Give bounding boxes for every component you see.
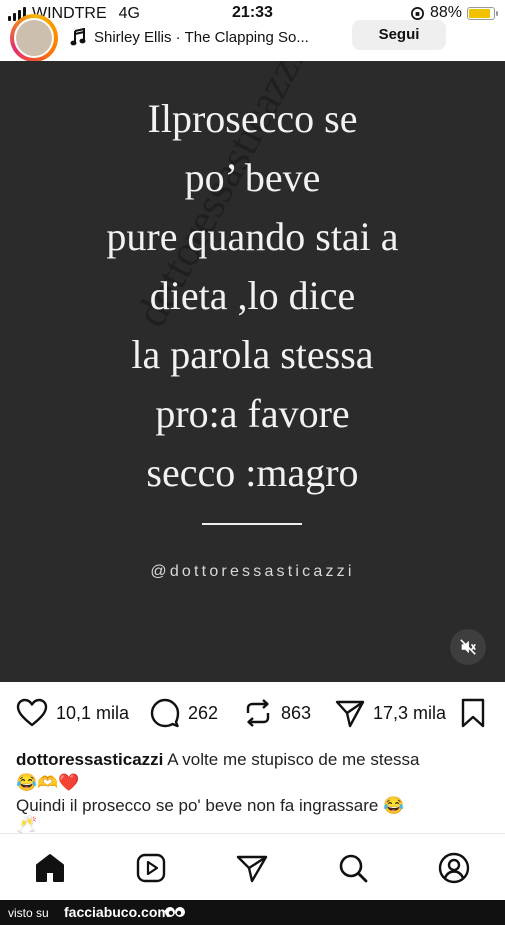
caption-emoji-1: 😂🫶❤️ xyxy=(16,773,80,792)
repost-action[interactable]: 863 xyxy=(243,698,311,728)
follow-button[interactable]: Segui xyxy=(352,20,446,50)
nav-home[interactable] xyxy=(33,851,67,885)
mute-icon xyxy=(460,639,476,655)
post-caption: dottoressasticazzi A volte me stupisco d… xyxy=(16,748,491,836)
send-icon xyxy=(236,855,268,883)
caption-line-1: dottoressasticazzi A volte me stupisco d… xyxy=(16,748,491,771)
nav-profile[interactable] xyxy=(437,851,471,885)
divider-line xyxy=(202,523,302,525)
caption-username[interactable]: dottoressasticazzi xyxy=(16,750,163,769)
caption-text-1: A volte me stupisco de me stessa xyxy=(167,750,420,769)
post-actions: 10,1 mila 262 863 17,3 mila xyxy=(0,696,505,734)
bookmark-icon xyxy=(461,698,485,728)
footer-bar: visto su facciabuco.com xyxy=(0,900,505,925)
share-count: 17,3 mila xyxy=(373,702,447,723)
nav-reels[interactable] xyxy=(134,851,168,885)
search-icon xyxy=(339,854,368,883)
post-image[interactable]: dottoressasticazzi Ilprosecco se po’ bev… xyxy=(0,61,505,682)
comment-icon xyxy=(150,698,180,728)
battery-icon xyxy=(467,6,498,20)
caption-emoji-2: 😂 xyxy=(383,796,405,815)
footer-site[interactable]: facciabuco.com xyxy=(64,904,170,920)
repost-icon xyxy=(246,699,270,727)
reels-icon xyxy=(136,853,166,883)
eyes-logo-icon xyxy=(165,907,185,917)
orientation-lock-icon xyxy=(411,6,424,20)
like-count: 10,1 mila xyxy=(56,702,130,723)
caption-text-2: Quindi il prosecco se po' beve non fa in… xyxy=(16,796,379,815)
mute-button[interactable] xyxy=(450,629,486,665)
home-icon xyxy=(36,854,64,882)
comment-count: 262 xyxy=(188,702,219,723)
comment-action[interactable]: 262 xyxy=(150,698,218,728)
profile-icon xyxy=(438,852,470,884)
music-link[interactable]: Shirley Ellis · The Clapping So... xyxy=(70,28,309,46)
footer-visto: visto su xyxy=(8,906,49,920)
nav-search[interactable] xyxy=(336,851,370,885)
heart-icon xyxy=(16,698,48,727)
like-action[interactable]: 10,1 mila xyxy=(16,698,129,728)
post-header: Shirley Ellis · The Clapping So... Segui xyxy=(0,14,505,62)
share-action[interactable]: 17,3 mila xyxy=(335,698,446,728)
author-handle: @dottoressasticazzi xyxy=(150,563,355,580)
music-text: Shirley Ellis · The Clapping So... xyxy=(94,28,309,46)
bookmark-action[interactable] xyxy=(460,698,486,728)
repost-count: 863 xyxy=(281,702,312,723)
music-note-icon xyxy=(70,28,86,46)
avatar[interactable] xyxy=(10,14,58,62)
bottom-nav xyxy=(0,833,505,901)
quote-text: Ilprosecco se po’ beve pure quando stai … xyxy=(106,96,399,495)
nav-send[interactable] xyxy=(235,851,269,885)
share-icon xyxy=(335,700,365,728)
